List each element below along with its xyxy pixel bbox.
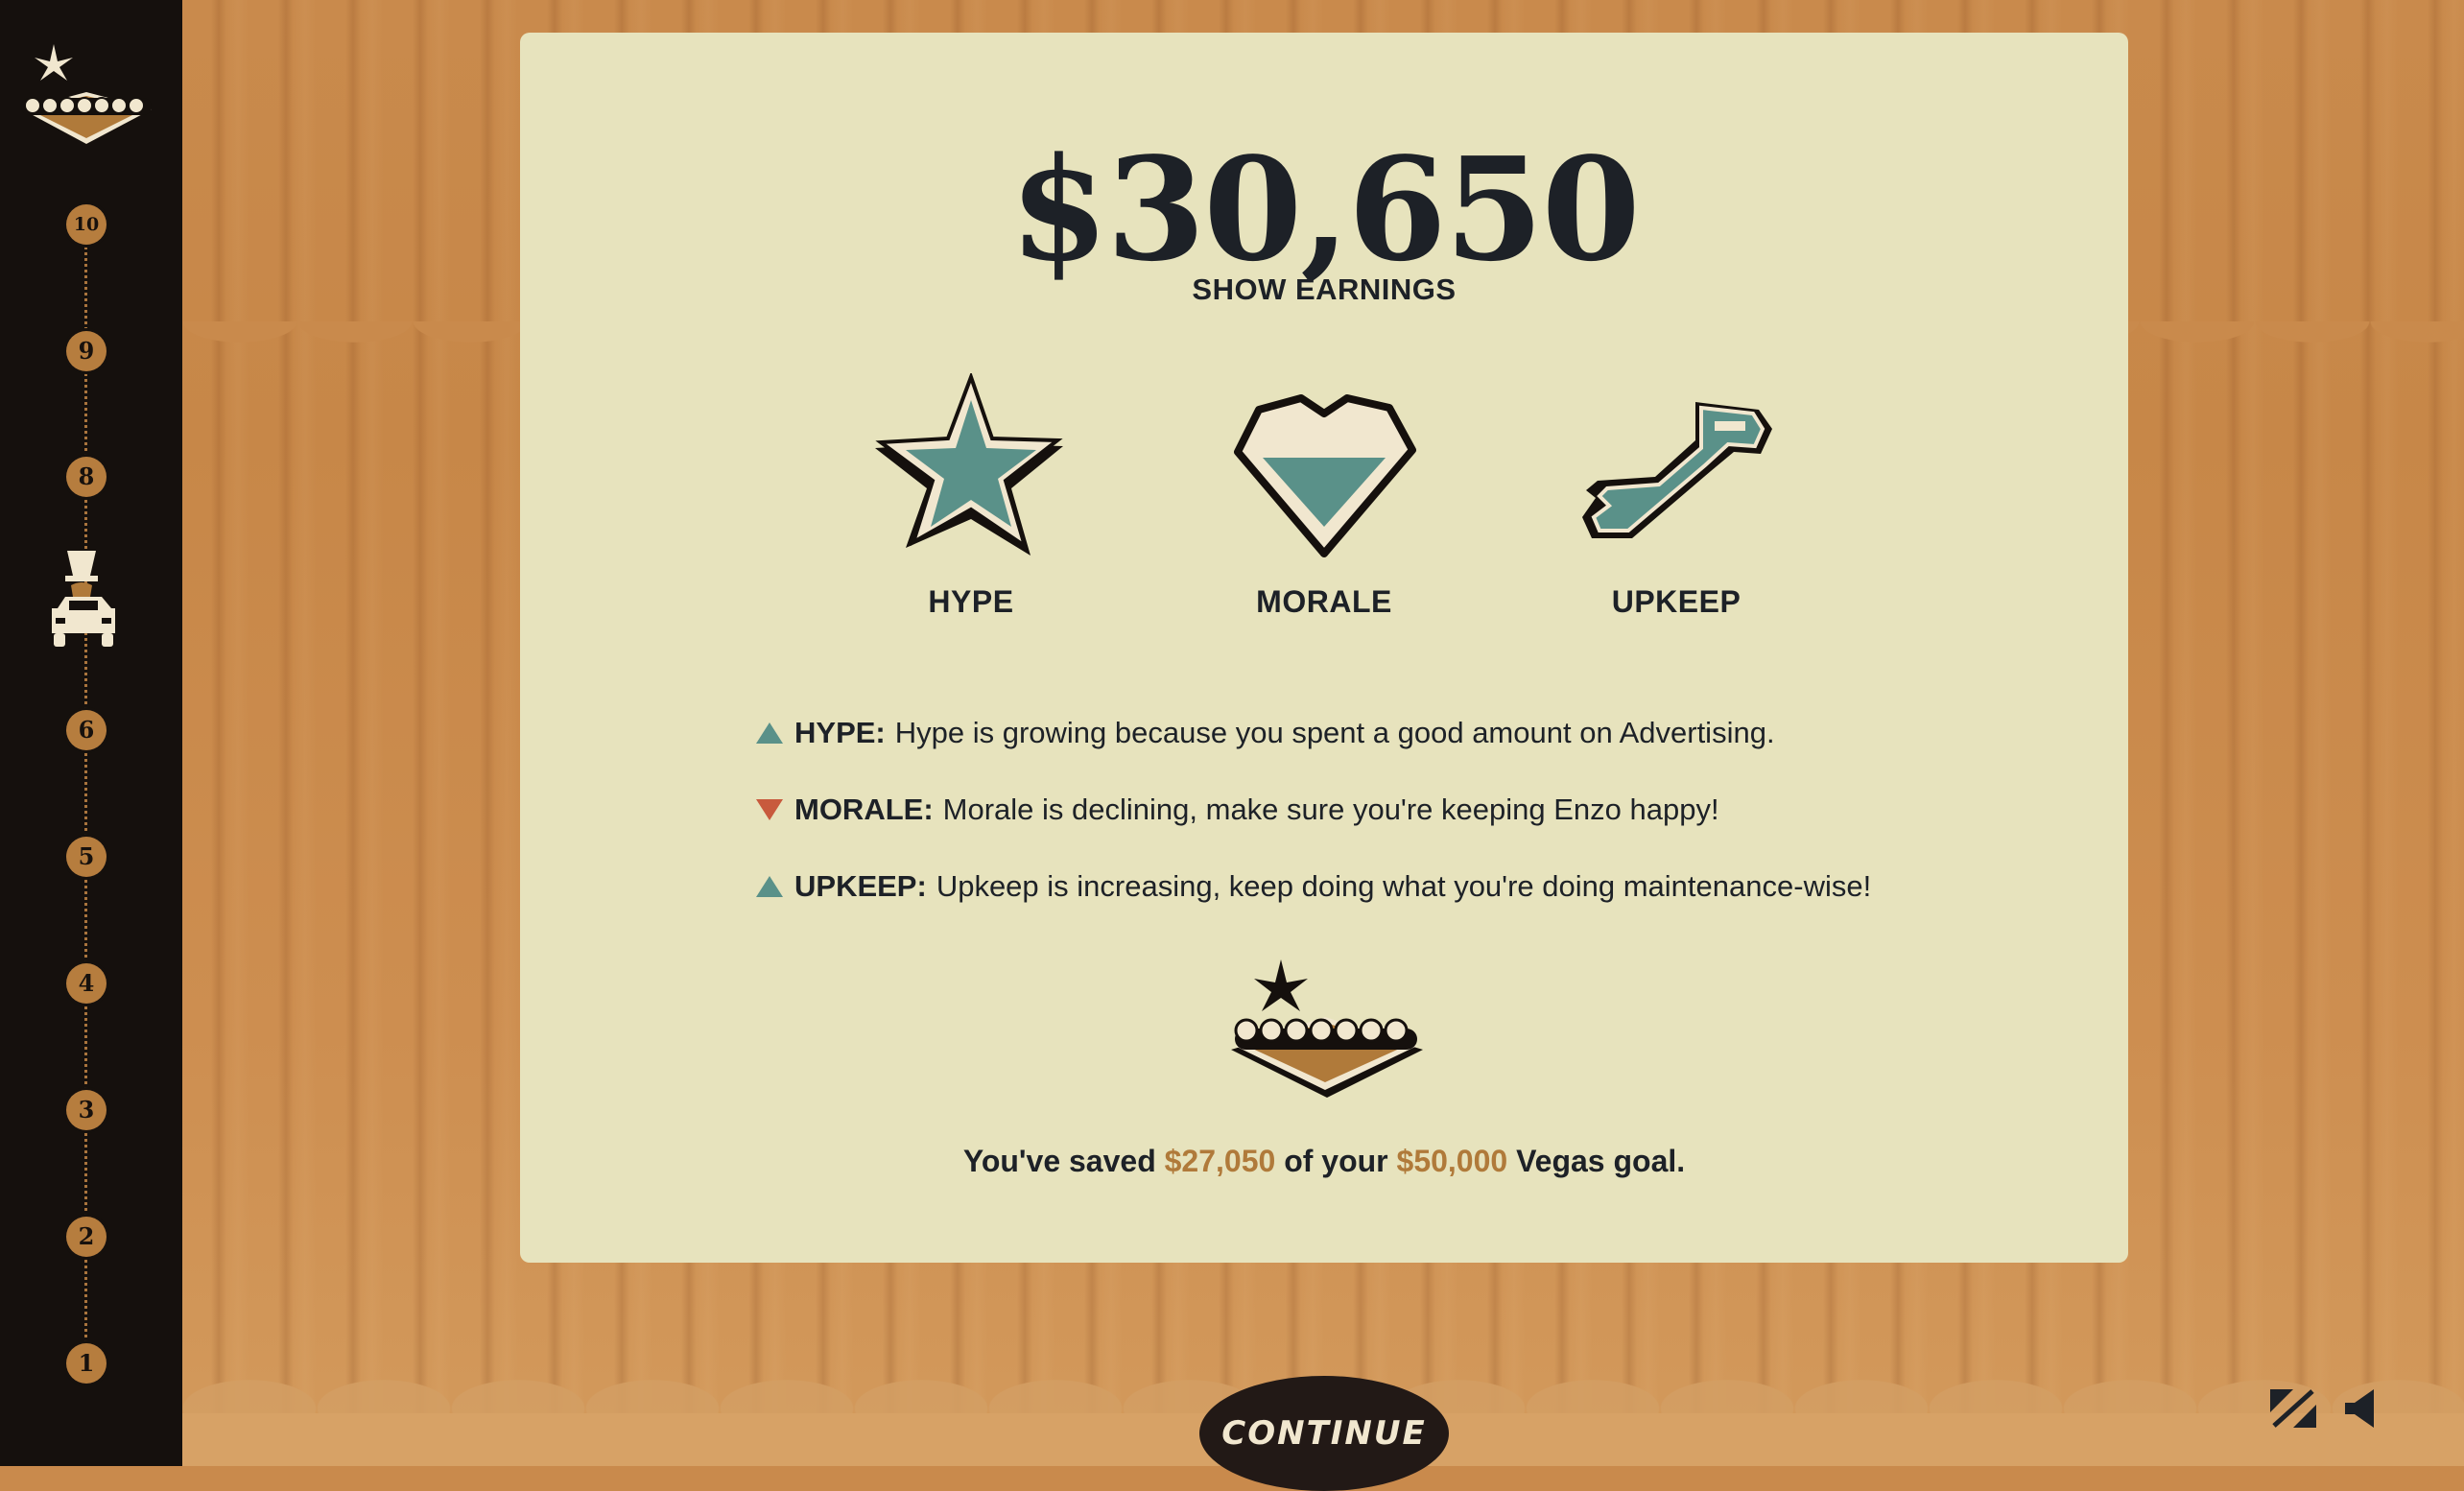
trend-up-icon bbox=[756, 722, 783, 744]
progress-sidebar: 10 9 8 6 5 4 3 2 1 bbox=[0, 0, 182, 1466]
stat-upkeep-label: UPKEEP bbox=[1611, 584, 1741, 619]
level-marker-1: 1 bbox=[66, 1343, 107, 1384]
star-icon bbox=[875, 373, 1063, 556]
vegas-sign-logo-icon bbox=[21, 44, 152, 144]
fullscreen-toggle-icon[interactable] bbox=[2268, 1387, 2318, 1430]
level-marker-10: 10 bbox=[66, 204, 107, 245]
trend-up-icon bbox=[756, 876, 783, 897]
continue-button[interactable]: CONTINUE bbox=[1199, 1376, 1449, 1491]
goal-prefix: You've saved bbox=[962, 1144, 1156, 1178]
show-earnings-amount: $30,650 bbox=[1009, 126, 1640, 293]
level-marker-2: 2 bbox=[66, 1217, 107, 1257]
goal-saved-amount: $27,050 bbox=[1164, 1144, 1276, 1178]
message-upkeep: UPKEEP: Upkeep is increasing, keep doing… bbox=[750, 848, 1998, 925]
stat-upkeep: UPKEEP bbox=[1552, 373, 1801, 620]
stat-messages-list: HYPE: Hype is growing because you spent … bbox=[750, 695, 1998, 925]
show-earnings-label: SHOW EARNINGS bbox=[1192, 272, 1457, 306]
player-car-icon bbox=[52, 551, 115, 647]
message-hype-key: HYPE: bbox=[794, 716, 886, 749]
vegas-goal-progress: You've saved $27,050 of your $50,000 Veg… bbox=[520, 1144, 2128, 1179]
message-hype: HYPE: Hype is growing because you spent … bbox=[750, 695, 1998, 771]
sound-toggle-icon[interactable] bbox=[2341, 1387, 2383, 1430]
stat-hype: HYPE bbox=[846, 373, 1096, 620]
message-hype-text: Hype is growing because you spent a good… bbox=[894, 716, 1775, 749]
level-marker-9: 9 bbox=[66, 331, 107, 371]
message-upkeep-text: Upkeep is increasing, keep doing what yo… bbox=[936, 869, 1872, 903]
level-marker-3: 3 bbox=[66, 1090, 107, 1130]
message-morale: MORALE: Morale is declining, make sure y… bbox=[750, 771, 1998, 848]
trend-down-icon bbox=[756, 799, 783, 820]
goal-middle: of your bbox=[1284, 1144, 1388, 1178]
wrench-icon bbox=[1582, 402, 1772, 538]
show-results-card: $30,650 SHOW EARNINGS HYPE MORALE UPKEEP… bbox=[520, 33, 2128, 1263]
stat-morale: MORALE bbox=[1199, 373, 1449, 620]
level-marker-4: 4 bbox=[66, 963, 107, 1004]
stat-hype-label: HYPE bbox=[928, 584, 1014, 619]
message-morale-key: MORALE: bbox=[794, 793, 934, 826]
message-morale-text: Morale is declining, make sure you're ke… bbox=[942, 793, 1719, 826]
goal-target-amount: $50,000 bbox=[1396, 1144, 1508, 1178]
vegas-goal-sign-icon bbox=[1231, 959, 1423, 1098]
message-upkeep-key: UPKEEP: bbox=[794, 869, 927, 903]
level-marker-8: 8 bbox=[66, 457, 107, 497]
stat-morale-label: MORALE bbox=[1256, 584, 1392, 619]
level-marker-6: 6 bbox=[66, 710, 107, 750]
level-marker-5: 5 bbox=[66, 837, 107, 877]
goal-suffix: Vegas goal. bbox=[1516, 1144, 1686, 1178]
progress-track-line bbox=[84, 206, 87, 1372]
heart-icon bbox=[1234, 394, 1416, 557]
